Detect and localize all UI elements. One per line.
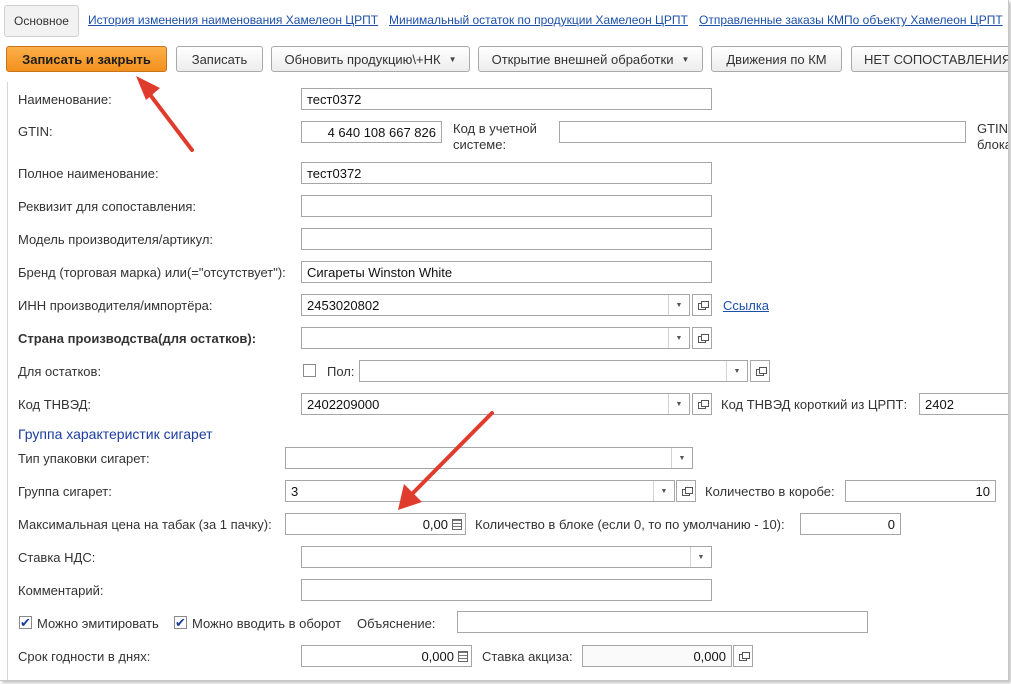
dropdown-arrow-icon[interactable]: ▼ <box>668 394 689 414</box>
pack-type-label: Тип упаковки сигарет: <box>18 451 150 466</box>
explanation-label: Объяснение: <box>357 616 436 631</box>
open-glyph <box>697 400 709 409</box>
max-price-value: 0,00 <box>422 516 448 532</box>
cigarette-group-title: Группа характеристик сигарет <box>18 426 213 442</box>
open-glyph <box>738 652 750 661</box>
open-icon[interactable] <box>750 360 770 382</box>
open-glyph <box>697 301 709 310</box>
open-icon[interactable] <box>692 294 712 316</box>
inn-label: ИНН производителя/импортёра: <box>18 298 213 313</box>
account-code-label: Код в учетной системе: <box>453 121 537 152</box>
shelf-life-value: 0,000 <box>421 648 454 664</box>
box-qty-label: Количество в коробе: <box>705 484 835 499</box>
name-value: тест0372 <box>307 91 362 107</box>
box-qty-input[interactable]: 10 <box>845 480 996 502</box>
for-remains-checkbox[interactable] <box>303 364 316 377</box>
cig-group-select[interactable]: 3 ▼ <box>285 480 675 502</box>
model-label: Модель производителя/артикул: <box>18 232 214 247</box>
comment-input[interactable] <box>301 579 712 601</box>
block-qty-label: Количество в блоке (если 0, то по умолча… <box>475 517 785 532</box>
dropdown-arrow-icon[interactable]: ▼ <box>668 328 689 348</box>
gender-label: Пол: <box>327 364 355 379</box>
tnved-value: 2402209000 <box>307 396 380 412</box>
shelf-life-label: Срок годности в днях: <box>18 649 151 664</box>
country-label: Страна производства(для остатков): <box>18 331 257 346</box>
brand-value: Сигареты Winston White <box>307 264 453 280</box>
calculator-icon[interactable] <box>452 518 462 530</box>
match-attr-label: Реквизит для сопоставления: <box>18 199 196 214</box>
open-glyph <box>697 334 709 343</box>
dropdown-arrow-icon[interactable]: ▼ <box>668 295 689 315</box>
match-attr-input[interactable] <box>301 195 712 217</box>
gtin-block-label: GTIN блока <box>977 121 1009 152</box>
open-icon[interactable] <box>676 480 696 502</box>
brand-input[interactable]: Сигареты Winston White <box>301 261 712 283</box>
full-name-input[interactable]: тест0372 <box>301 162 712 184</box>
gtin-value: 4 640 108 667 826 <box>327 124 436 140</box>
block-qty-value: 0 <box>887 516 895 532</box>
pack-type-select[interactable]: ▼ <box>285 447 693 469</box>
inn-value: 2453020802 <box>307 297 380 313</box>
tnved-short-label: Код ТНВЭД короткий из ЦРПТ: <box>721 397 908 412</box>
comment-label: Комментарий: <box>18 583 104 598</box>
full-name-label: Полное наименование: <box>18 166 159 181</box>
max-price-input[interactable]: 0,00 <box>285 513 466 535</box>
form-window: Основное История изменения наименования … <box>0 0 1009 681</box>
dropdown-arrow-icon[interactable]: ▼ <box>726 361 747 381</box>
open-icon[interactable] <box>692 393 712 415</box>
cig-group-value: 3 <box>291 483 299 499</box>
dropdown-arrow-icon[interactable]: ▼ <box>690 547 711 567</box>
dropdown-arrow-icon[interactable]: ▼ <box>671 448 692 468</box>
account-code-input[interactable] <box>559 121 966 143</box>
model-input[interactable] <box>301 228 712 250</box>
cig-group-label: Группа сигарет: <box>18 484 112 499</box>
open-icon[interactable] <box>733 645 753 667</box>
inn-link[interactable]: Ссылка <box>723 298 769 313</box>
tnved-label: Код ТНВЭД: <box>18 397 92 412</box>
tnved-select[interactable]: 2402209000 ▼ <box>301 393 690 415</box>
for-remains-label: Для остатков: <box>18 364 102 379</box>
dropdown-arrow-icon[interactable]: ▼ <box>653 481 674 501</box>
excise-value: 0,000 <box>693 648 726 664</box>
gtin-label: GTIN: <box>18 124 53 139</box>
tnved-short-input[interactable]: 2402 <box>919 393 1008 415</box>
form-left-border <box>7 82 8 680</box>
can-circulate-label: Можно вводить в оборот <box>192 616 342 631</box>
open-glyph <box>681 487 693 496</box>
block-qty-input[interactable]: 0 <box>800 513 901 535</box>
full-name-value: тест0372 <box>307 165 362 181</box>
shelf-life-input[interactable]: 0,000 <box>301 645 472 667</box>
box-qty-value: 10 <box>975 483 990 499</box>
calculator-icon[interactable] <box>458 650 468 662</box>
gtin-input[interactable]: 4 640 108 667 826 <box>301 121 442 143</box>
brand-label: Бренд (торговая марка) или(="отсутствует… <box>18 265 286 280</box>
can-emit-checkbox[interactable]: ✔ <box>19 616 32 629</box>
max-price-label: Максимальная цена на табак (за 1 пачку): <box>18 517 272 532</box>
tnved-short-value: 2402 <box>925 396 954 412</box>
open-icon[interactable] <box>692 327 712 349</box>
inn-select[interactable]: 2453020802 ▼ <box>301 294 690 316</box>
excise-input[interactable]: 0,000 <box>582 645 732 667</box>
can-emit-label: Можно эмитировать <box>37 616 159 631</box>
gender-select[interactable]: ▼ <box>359 360 748 382</box>
vat-label: Ставка НДС: <box>18 550 96 565</box>
country-select[interactable]: ▼ <box>301 327 690 349</box>
name-input[interactable]: тест0372 <box>301 88 712 110</box>
explanation-input[interactable] <box>457 611 868 633</box>
form-fields: Наименование: тест0372 GTIN: 4 640 108 6… <box>0 0 1008 680</box>
excise-label: Ставка акциза: <box>482 649 573 664</box>
open-glyph <box>755 367 767 376</box>
vat-select[interactable]: ▼ <box>301 546 712 568</box>
can-circulate-checkbox[interactable]: ✔ <box>174 616 187 629</box>
name-label: Наименование: <box>18 92 112 107</box>
